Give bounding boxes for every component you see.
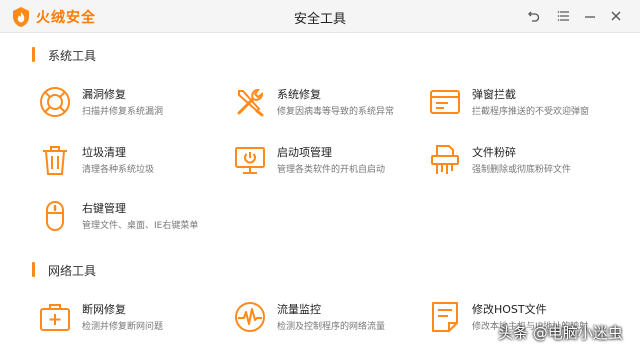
tool-context-menu-manager[interactable]: 右键管理 管理文件、桌面、IE右键菜单 bbox=[38, 199, 228, 239]
tool-desc: 修复因病毒等导致的系统异常 bbox=[277, 107, 395, 117]
monitor-power-icon bbox=[235, 147, 265, 174]
tool-desc: 检测并修复断网问题 bbox=[82, 322, 164, 332]
tool-name: 启动项管理 bbox=[277, 146, 332, 159]
tool-name: 断网修复 bbox=[82, 303, 126, 316]
mouse-icon bbox=[46, 201, 64, 231]
menu-icon[interactable] bbox=[556, 8, 572, 24]
tool-desc: 管理各类软件的开机自启动 bbox=[277, 165, 386, 175]
close-icon[interactable] bbox=[608, 8, 624, 24]
tool-desc: 管理文件、桌面、IE右键菜单 bbox=[82, 221, 199, 231]
first-aid-icon bbox=[40, 304, 70, 331]
tool-name: 垃圾清理 bbox=[82, 146, 126, 159]
tool-startup-manager[interactable]: 启动项管理 管理各类软件的开机自启动 bbox=[233, 143, 423, 183]
tool-traffic-monitor[interactable]: 流量监控 检测及控制程序的网络流量 bbox=[233, 300, 423, 340]
watermark-text: 头条 @电脑小迷虫 bbox=[498, 324, 623, 342]
section-accent-bar bbox=[32, 262, 35, 277]
back-icon[interactable] bbox=[526, 8, 542, 24]
window-title: 安全工具 bbox=[293, 12, 346, 27]
tool-network-repair[interactable]: 断网修复 检测并修复断网问题 bbox=[38, 300, 228, 340]
traffic-monitor-icon bbox=[235, 302, 265, 332]
tool-name: 文件粉碎 bbox=[472, 146, 516, 159]
section-title: 系统工具 bbox=[48, 49, 97, 63]
tool-desc: 检测及控制程序的网络流量 bbox=[277, 322, 386, 332]
tool-desc: 强制删除或彻底粉碎文件 bbox=[472, 165, 572, 175]
wrench-screwdriver-icon bbox=[237, 88, 264, 117]
tool-name: 弹窗拦截 bbox=[472, 88, 516, 101]
tool-name: 右键管理 bbox=[82, 202, 126, 215]
tool-name: 流量监控 bbox=[277, 303, 321, 316]
popup-window-icon bbox=[430, 90, 460, 114]
tool-vulnerability-repair[interactable]: 漏洞修复 扫描并修复系统漏洞 bbox=[38, 85, 228, 125]
tool-desc: 拦截程序推送的不受欢迎弹窗 bbox=[472, 107, 590, 117]
hosts-file-icon bbox=[432, 302, 458, 332]
section-accent-bar bbox=[32, 47, 35, 62]
lifebuoy-icon bbox=[40, 87, 70, 117]
tool-desc: 扫描并修复系统漏洞 bbox=[82, 107, 164, 117]
tool-name: 系统修复 bbox=[277, 88, 321, 101]
tool-name: 修改HOST文件 bbox=[472, 303, 547, 316]
tool-name: 漏洞修复 bbox=[82, 88, 126, 101]
tool-junk-cleanup[interactable]: 垃圾清理 清理各种系统垃圾 bbox=[38, 143, 228, 183]
section-title: 网络工具 bbox=[48, 264, 97, 278]
title-bar: 火绒安全 安全工具 bbox=[0, 0, 640, 33]
tool-file-shredder[interactable]: 文件粉碎 强制删除或彻底粉碎文件 bbox=[428, 143, 618, 183]
shredder-icon bbox=[431, 145, 459, 174]
tool-system-repair[interactable]: 系统修复 修复因病毒等导致的系统异常 bbox=[233, 85, 423, 125]
trash-icon bbox=[43, 146, 67, 175]
minimize-icon[interactable] bbox=[582, 8, 598, 24]
tool-popup-blocker[interactable]: 弹窗拦截 拦截程序推送的不受欢迎弹窗 bbox=[428, 85, 618, 125]
tool-desc: 清理各种系统垃圾 bbox=[82, 165, 155, 175]
